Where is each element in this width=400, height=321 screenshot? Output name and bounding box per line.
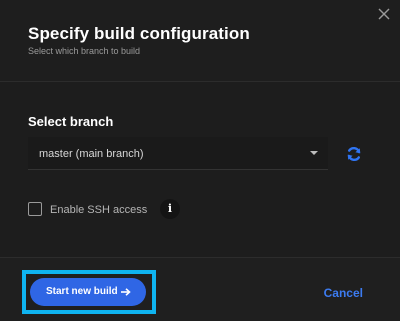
dialog-title: Specify build configuration (28, 24, 250, 43)
branch-select-value: master (main branch) (39, 148, 144, 160)
refresh-branches-button[interactable] (345, 145, 363, 163)
arrow-right-icon (121, 288, 131, 296)
ssh-info-button[interactable]: i (160, 199, 180, 219)
info-icon: i (167, 202, 173, 215)
branch-select[interactable]: master (main branch) (28, 137, 328, 170)
close-button[interactable] (376, 6, 392, 22)
close-icon (378, 8, 390, 20)
select-branch-label: Select branch (28, 114, 114, 129)
dialog-subtitle: Select which branch to build (28, 46, 141, 56)
ssh-access-label[interactable]: Enable SSH access (50, 204, 147, 216)
start-new-build-button[interactable]: Start new build (30, 278, 146, 306)
caret-down-icon (310, 151, 318, 155)
dialog-header: Specify build configuration Select which… (0, 0, 400, 82)
dialog-footer: Start new build Cancel (0, 257, 400, 321)
build-config-dialog: Specify build configuration Select which… (0, 0, 400, 321)
cancel-button[interactable]: Cancel (324, 286, 363, 300)
start-new-build-label: Start new build (46, 286, 118, 297)
dialog-body: Select branch master (main branch) Enabl… (0, 82, 400, 257)
ssh-access-checkbox[interactable] (28, 202, 42, 216)
refresh-icon (347, 146, 361, 162)
